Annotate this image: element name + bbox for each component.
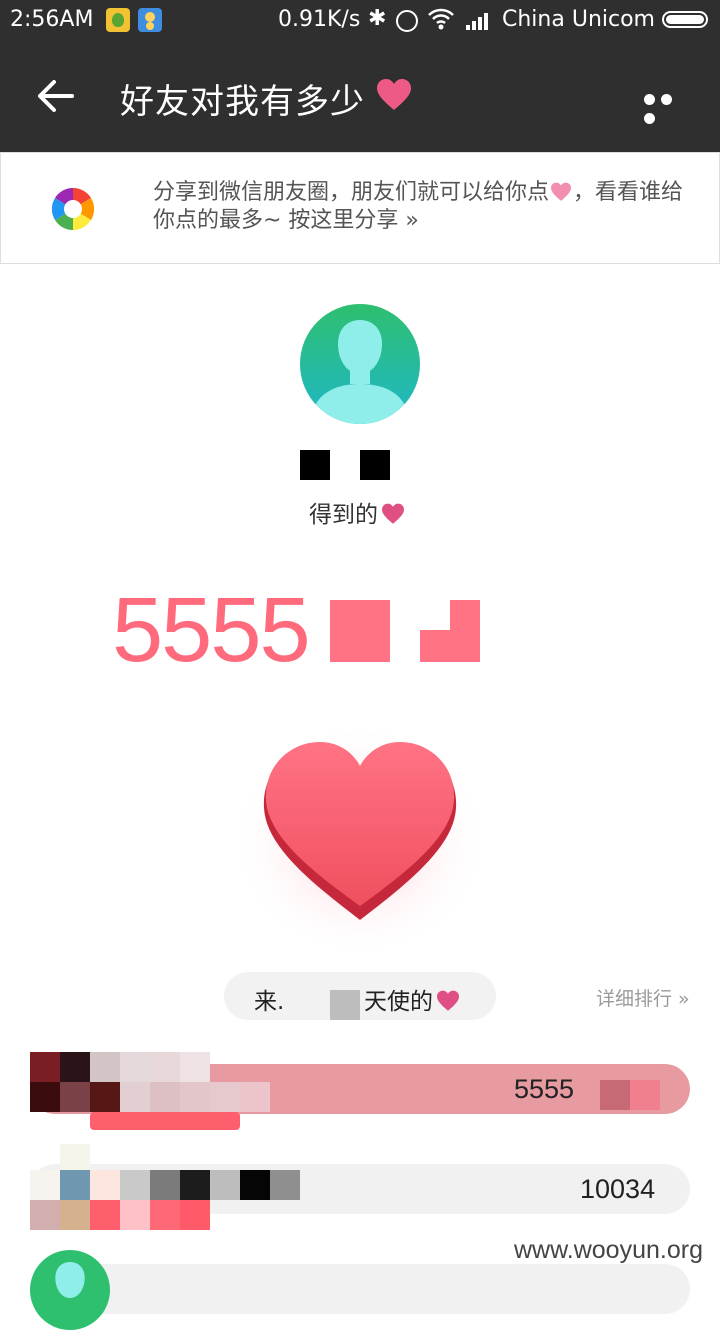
- heart-count: 5555: [112, 579, 311, 681]
- nav-bar: 好友对我有多少: [0, 40, 720, 152]
- bluetooth-icon: ✱: [368, 6, 387, 31]
- heart-icon: [551, 182, 572, 201]
- moments-icon: [51, 187, 95, 231]
- received-label: 得到的: [309, 495, 406, 529]
- ranking-row[interactable]: [30, 1264, 690, 1314]
- pixelated-redaction: [600, 1080, 630, 1110]
- share-banner[interactable]: 分享到微信朋友圈，朋友们就可以给你点 ，看看谁给你点的最多~ 按这里分享 »: [0, 152, 720, 264]
- battery-icon: [662, 11, 708, 28]
- big-heart-icon[interactable]: [230, 720, 490, 960]
- angels-prefix: 来.: [254, 989, 285, 1015]
- angels-suffix: 天使的: [364, 982, 461, 1016]
- avatar[interactable]: [30, 1250, 110, 1330]
- ranking-value: 10034: [580, 1174, 656, 1204]
- watermark: www.wooyun.org: [514, 1236, 703, 1264]
- alarm-icon: [396, 10, 418, 32]
- share-banner-text: 分享到微信朋友圈，朋友们就可以给你点 ，看看谁给你点的最多~ 按这里分享 »: [153, 180, 684, 233]
- angels-pill: 来. 天使的: [224, 972, 496, 1020]
- contacts-notification-icon: [138, 8, 162, 32]
- heart-icon: [377, 79, 411, 110]
- name-redaction: [330, 990, 360, 1020]
- more-options-button[interactable]: [644, 90, 692, 124]
- pixelated-redaction: [630, 1080, 660, 1110]
- detailed-ranking-link[interactable]: 详细排行 »: [596, 984, 690, 1011]
- network-speed: 0.91K/s: [278, 7, 361, 32]
- count-redaction: [420, 600, 450, 630]
- app-notification-icon: [106, 8, 130, 32]
- heart-icon: [382, 503, 404, 524]
- ranking-value: 5555: [514, 1074, 575, 1104]
- status-time: 2:56AM: [10, 7, 94, 32]
- carrier-name: China Unicom: [502, 7, 655, 32]
- signal-icon: [466, 13, 488, 30]
- status-bar: 2:56AM 0.91K/s ✱ China Unicom: [0, 0, 720, 40]
- wifi-icon: [428, 8, 454, 30]
- heart-icon: [437, 990, 459, 1011]
- name-redaction: [300, 450, 330, 480]
- pixelated-redaction: [30, 1052, 270, 1132]
- count-redaction: [330, 600, 390, 662]
- pixelated-redaction: [30, 1144, 310, 1234]
- name-redaction: [360, 450, 390, 480]
- back-arrow-icon[interactable]: [36, 76, 76, 116]
- page-title: 好友对我有多少: [120, 82, 365, 122]
- avatar[interactable]: [300, 304, 420, 424]
